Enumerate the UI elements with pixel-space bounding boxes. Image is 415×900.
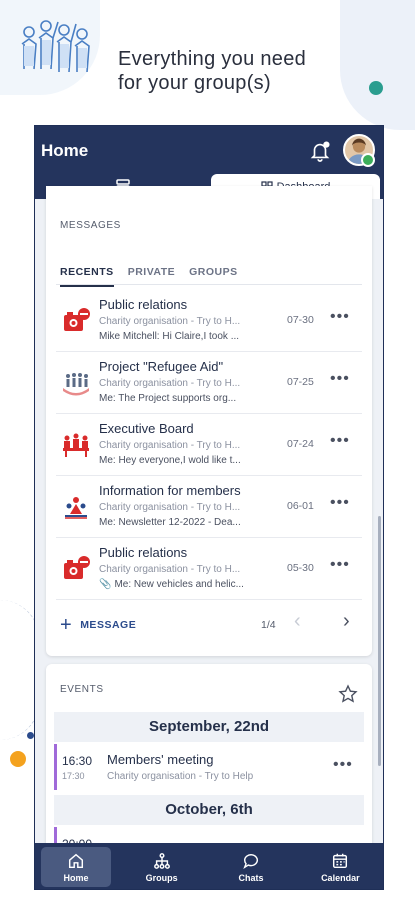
thread-group: Charity organisation - Try to H... — [99, 378, 241, 389]
more-options-icon[interactable]: ••• — [330, 432, 350, 450]
hero-line-2: for your group(s) — [118, 72, 271, 94]
phone-screen: Home Dashboard MESSAGES RECENTS PRIVATE … — [34, 125, 384, 890]
decorative-dot — [27, 732, 34, 739]
hands-people-icon — [61, 368, 91, 398]
message-thread-row[interactable]: Executive Board Charity organisation - Tr… — [46, 414, 372, 476]
scrollbar[interactable] — [378, 516, 381, 766]
thread-date: 06-01 — [287, 500, 314, 512]
event-day-header: September, 22nd — [54, 712, 364, 742]
divider — [56, 599, 362, 600]
add-message-label: MESSAGE — [80, 619, 137, 631]
attachment-icon: 📎 — [99, 579, 112, 590]
decorative-dot — [10, 751, 26, 767]
thread-last-message-text: Me: Hey everyone,I wold like t... — [99, 455, 241, 466]
thread-group: Charity organisation - Try to H... — [99, 564, 241, 575]
thread-last-message-text: Me: The Project supports org... — [99, 393, 237, 404]
more-options-icon[interactable]: ••• — [330, 494, 350, 512]
thread-title: Executive Board — [99, 421, 194, 436]
status-badge-icon — [361, 153, 375, 167]
thread-title: Information for members — [99, 483, 241, 498]
page-indicator: 1/4 — [261, 619, 276, 631]
thread-last-message: Mike Mitchell: Hi Claire,I took ... — [99, 331, 239, 342]
more-options-icon[interactable]: ••• — [333, 756, 353, 774]
chat-icon — [243, 853, 258, 869]
thread-date: 07-30 — [287, 314, 314, 326]
more-options-icon[interactable]: ••• — [330, 556, 350, 574]
event-group: Charity organisation - Try to Help — [107, 771, 254, 782]
notification-bell-icon[interactable] — [309, 140, 331, 162]
divider — [56, 284, 362, 285]
thread-last-message: 📎 Me: New vehicles and helic... — [99, 579, 244, 590]
chevron-right-icon[interactable]: › — [343, 610, 350, 633]
add-message-button[interactable]: + MESSAGE — [60, 614, 137, 636]
nav-groups[interactable]: Groups — [117, 843, 206, 889]
bottom-navigation: Home Groups Chats Calendar — [35, 843, 383, 889]
event-day-header: October, 6th — [54, 795, 364, 825]
hero-tagline: Everything you need for your group(s) — [118, 47, 306, 95]
star-icon[interactable] — [338, 684, 358, 704]
decorative-dot — [369, 81, 383, 95]
message-thread-row[interactable]: Public relations Charity organisation - T… — [46, 538, 372, 600]
thread-last-message-text: Me: New vehicles and helic... — [114, 579, 244, 590]
thread-group: Charity organisation - Try to H... — [99, 502, 241, 513]
nav-calendar-label: Calendar — [321, 872, 360, 883]
event-end-time: 17:30 — [62, 771, 85, 781]
thread-date: 07-24 — [287, 438, 314, 450]
board-meeting-icon — [61, 430, 91, 460]
fire-department-icon — [61, 306, 91, 336]
more-options-icon[interactable]: ••• — [330, 308, 350, 326]
messages-card: MESSAGES RECENTS PRIVATE GROUPS Public r… — [46, 186, 372, 656]
calendar-icon — [333, 853, 348, 868]
thread-last-message: Me: The Project supports org... — [99, 393, 236, 404]
home-icon — [68, 853, 84, 868]
message-thread-row[interactable]: Information for members Charity organisat… — [46, 476, 372, 538]
background-shape — [340, 0, 415, 130]
page-title: Home — [41, 141, 89, 160]
message-thread-row[interactable]: Project "Refugee Aid" Charity organisatio… — [46, 352, 372, 414]
event-title: Members' meeting — [107, 752, 214, 767]
nav-chats-label: Chats — [238, 872, 264, 883]
messages-heading: MESSAGES — [60, 220, 121, 231]
thread-title: Public relations — [99, 545, 188, 560]
thread-last-message-text: Mike Mitchell: Hi Claire,I took ... — [99, 331, 240, 342]
thread-last-message: Me: Newsletter 12-2022 - Dea... — [99, 517, 241, 528]
hero-line-1: Everything you need — [118, 48, 307, 70]
events-heading: EVENTS — [60, 684, 104, 695]
thread-last-message: Me: Hey everyone,I wold like t... — [99, 455, 241, 466]
nav-groups-label: Groups — [145, 872, 178, 883]
nav-home[interactable]: Home — [41, 847, 111, 887]
fire-department-icon — [61, 554, 91, 584]
thread-last-message-text: Me: Newsletter 12-2022 - Dea... — [99, 517, 241, 528]
nav-home-label: Home — [63, 872, 89, 883]
plus-icon: + — [60, 614, 73, 636]
event-item[interactable]: 16:30 17:30 Members' meeting Charity org… — [54, 744, 364, 790]
thread-date: 05-30 — [287, 562, 314, 574]
nav-calendar[interactable]: Calendar — [296, 843, 383, 889]
thread-date: 07-25 — [287, 376, 314, 388]
message-thread-row[interactable]: Public relations Charity organisation - T… — [46, 290, 372, 352]
thread-group: Charity organisation - Try to H... — [99, 316, 241, 327]
event-start-time: 16:30 — [62, 754, 93, 768]
chevron-left-icon[interactable]: ‹ — [294, 610, 301, 633]
more-options-icon[interactable]: ••• — [330, 370, 350, 388]
members-icon — [61, 492, 91, 522]
thread-group: Charity organisation - Try to H... — [99, 440, 241, 451]
groups-icon — [153, 852, 170, 869]
nav-chats[interactable]: Chats — [206, 843, 295, 889]
thread-title: Project "Refugee Aid" — [99, 359, 224, 374]
thread-title: Public relations — [99, 297, 188, 312]
group-people-illustration — [21, 20, 90, 73]
